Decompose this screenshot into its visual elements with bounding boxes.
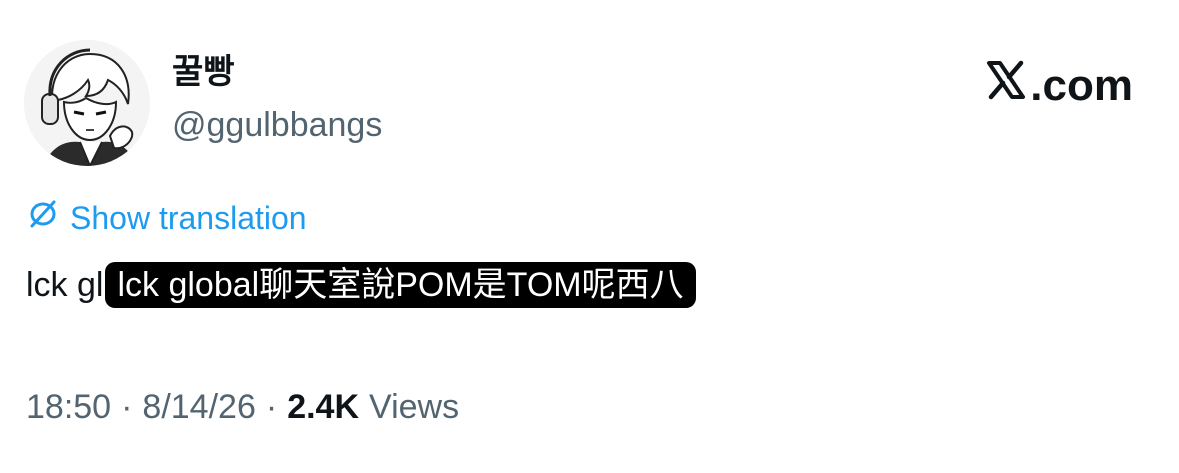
tweet-meta: 18:50 · 8/14/26 · 2.4K Views — [26, 385, 459, 429]
views-count[interactable]: 2.4K — [287, 385, 359, 429]
avatar[interactable] — [24, 40, 150, 166]
translate-globe-icon — [28, 198, 58, 238]
user-handle[interactable]: @ggulbbangs — [172, 103, 382, 147]
tweet-time[interactable]: 18:50 — [26, 385, 111, 429]
tweet-original-text: lck gl — [26, 266, 104, 304]
x-com-brand: .com — [986, 58, 1133, 114]
caption-overlay: lck global聊天室說POM是TOM呢西八 — [105, 262, 696, 308]
tweet-text: lck gl lck global聊天室說POM是TOM呢西八 — [26, 262, 696, 308]
separator-dot: · — [265, 388, 278, 426]
separator-dot: · — [121, 388, 133, 426]
show-translation-label: Show translation — [70, 200, 307, 236]
views-label: Views — [369, 388, 460, 426]
avatar-illustration — [24, 40, 150, 166]
brand-domain: .com — [1030, 61, 1133, 110]
show-translation-link[interactable]: Show translation — [28, 198, 307, 238]
tweet-date[interactable]: 8/14/26 — [142, 385, 255, 429]
x-logo-icon — [986, 58, 1026, 114]
display-name[interactable]: 꿀빵 — [172, 52, 235, 92]
